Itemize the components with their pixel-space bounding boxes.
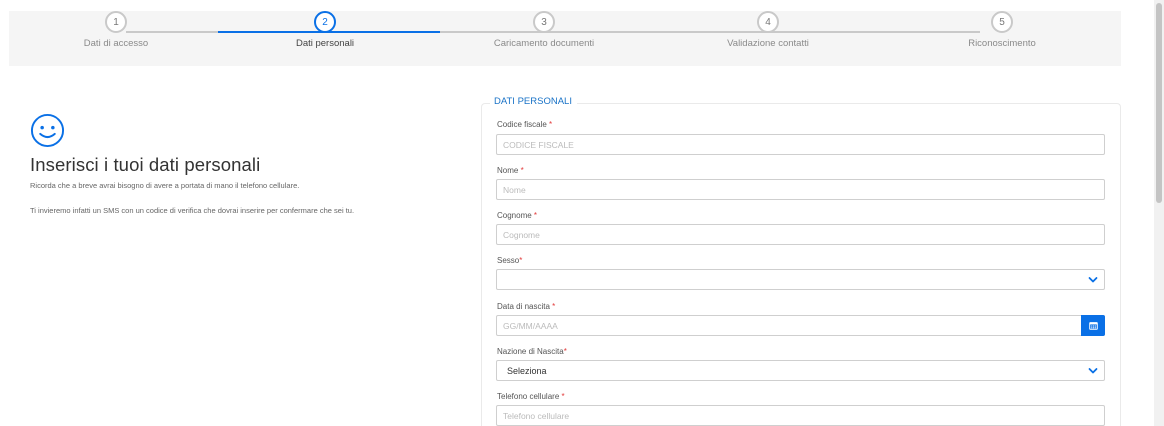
cognome-label: Cognome * [497,211,538,220]
progress-stepper: 1 Dati di accesso 2 Dati personali 3 Car… [9,11,1121,66]
page-scrollbar[interactable] [1154,0,1164,426]
page-title: Inserisci i tuoi dati personali [30,154,261,175]
step-1-label: Dati di accesso [83,38,149,49]
sesso-select[interactable] [496,269,1105,290]
calendar-button[interactable] [1081,315,1105,336]
data-nascita-label: Data di nascita * [497,302,556,311]
step-5-label: Riconoscimento [968,38,1036,49]
codice-fiscale-label: Codice fiscale * [497,120,553,129]
scrollbar-thumb[interactable] [1156,3,1162,203]
step-5-circle[interactable]: 5 [991,11,1013,33]
nazione-nascita-select[interactable]: Seleziona [496,360,1105,381]
codice-fiscale-input[interactable]: CODICE FISCALE [496,134,1105,155]
intro-paragraph-2: Ti invieremo infatti un SMS con un codic… [30,206,355,215]
chevron-down-icon [1088,277,1098,283]
step-1-circle[interactable]: 1 [105,11,127,33]
cognome-input[interactable]: Cognome [496,224,1105,245]
telefono-input[interactable]: Telefono cellulare [496,405,1105,426]
nome-label: Nome * [497,166,524,175]
step-2-circle[interactable]: 2 [314,11,336,33]
nome-input[interactable]: Nome [496,179,1105,200]
step-4-label: Validazione contatti [727,38,809,49]
intro-paragraph-1: Ricorda che a breve avrai bisogno di ave… [30,181,300,190]
intro-section: Inserisci i tuoi dati personali Ricorda … [30,113,470,216]
data-nascita-input[interactable]: GG/MM/AAAA [496,315,1105,336]
fieldset-legend: DATI PERSONALI [490,96,577,107]
sesso-label: Sesso* [497,256,523,265]
calendar-icon [1088,322,1098,330]
smiley-icon [30,113,65,148]
step-3-label: Caricamento documenti [493,38,595,49]
step-2-label: Dati personali [295,38,355,49]
chevron-down-icon [1088,368,1098,374]
step-4-circle[interactable]: 4 [757,11,779,33]
step-3-circle[interactable]: 3 [533,11,555,33]
telefono-label: Telefono cellulare * [497,392,565,401]
step-connector [440,31,980,33]
nazione-nascita-label: Nazione di Nascita* [497,347,567,356]
